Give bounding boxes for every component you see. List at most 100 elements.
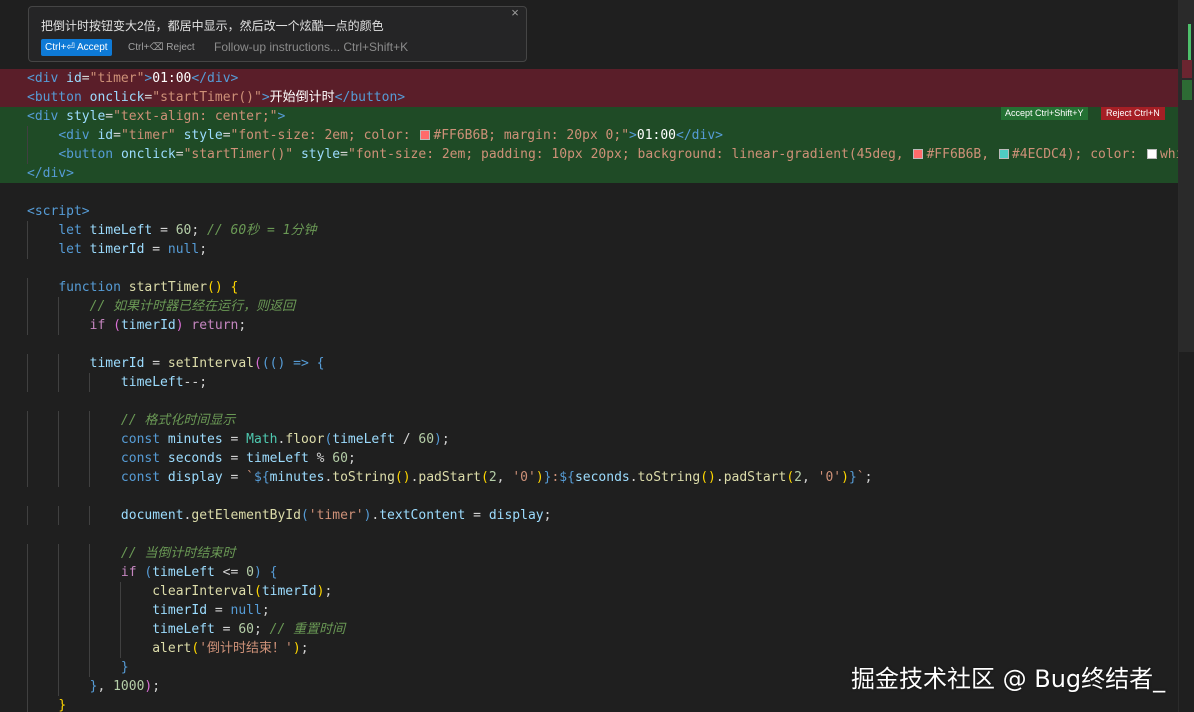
code-line-deleted[interactable]: <button onclick="startTimer()">开始倒计时</bu… <box>0 88 1178 107</box>
code-token: #FF6B6B; margin: 20px 0;" <box>433 128 630 143</box>
code-token: % <box>308 451 333 466</box>
code-token: onclick <box>120 147 176 162</box>
indent-guide <box>58 411 59 430</box>
diff-accept-button[interactable]: Accept Ctrl+Shift+Y <box>1001 107 1088 120</box>
code-line[interactable]: alert('倒计时结束！'); <box>0 639 1178 658</box>
code-token: 01:00 <box>636 128 677 143</box>
code-line[interactable] <box>0 392 1178 411</box>
code-line[interactable]: const display = `${minutes.toString().pa… <box>0 468 1178 487</box>
code-token: ; <box>300 641 309 656</box>
code-token: ) <box>254 565 262 580</box>
code-token: // 如果计时器已经在运行，则返回 <box>89 299 296 314</box>
code-token: ` <box>246 470 254 485</box>
indent-guide <box>58 354 59 373</box>
code-line[interactable] <box>0 183 1178 202</box>
code-token: ) <box>535 470 544 485</box>
code-token: <div <box>27 109 67 124</box>
reject-button[interactable]: Ctrl+⌫ Reject <box>125 39 198 56</box>
code-line-deleted[interactable]: <div id="timer">01:00</div> <box>0 69 1178 88</box>
code-token: "startTimer()" <box>152 90 262 105</box>
code-token: Math <box>246 432 278 447</box>
indent-guide <box>89 373 90 392</box>
code-line[interactable]: document.getElementById('timer').textCon… <box>0 506 1178 525</box>
code-token: ) <box>434 432 442 447</box>
indent-guide <box>58 544 59 563</box>
code-token: ( <box>481 470 489 485</box>
code-line[interactable]: const seconds = timeLeft % 60; <box>0 449 1178 468</box>
code-line[interactable]: timeLeft = 60; // 重置时间 <box>0 620 1178 639</box>
code-line[interactable]: if (timeLeft <= 0) { <box>0 563 1178 582</box>
code-token: > <box>277 109 286 124</box>
code-token: = <box>207 603 231 618</box>
code-line[interactable]: // 格式化时间显示 <box>0 411 1178 430</box>
code-token: timerId <box>152 603 208 618</box>
code-line[interactable]: let timerId = null; <box>0 240 1178 259</box>
code-token: <= <box>214 565 247 580</box>
code-token: ; <box>441 432 450 447</box>
code-token: ( <box>253 584 262 599</box>
code-line[interactable]: // 当倒计时结束时 <box>0 544 1178 563</box>
accept-button[interactable]: Ctrl+⏎ Accept <box>41 39 112 56</box>
code-line[interactable]: function startTimer() { <box>0 278 1178 297</box>
code-line[interactable]: timeLeft--; <box>0 373 1178 392</box>
indent-guide <box>89 506 90 525</box>
code-token: 'timer' <box>308 508 364 523</box>
indent-guide <box>27 297 28 316</box>
code-line-added[interactable]: </div> <box>0 164 1178 183</box>
scrollbar-thumb[interactable] <box>1178 0 1194 352</box>
indent-guide <box>58 658 59 677</box>
code-token: = <box>113 128 121 143</box>
code-line[interactable]: timerId = null; <box>0 601 1178 620</box>
indent-guide <box>58 601 59 620</box>
color-swatch[interactable] <box>1146 149 1157 159</box>
code-line[interactable]: } <box>0 696 1178 712</box>
indent-guide <box>27 354 28 373</box>
indent-guide <box>89 468 90 487</box>
color-swatch[interactable] <box>998 149 1009 159</box>
indent-guide <box>27 563 28 582</box>
code-token: <script> <box>27 204 90 219</box>
code-token: <button <box>27 90 90 105</box>
code-line-added[interactable]: <div id="timer" style="font-size: 2em; c… <box>0 126 1178 145</box>
code-token: textContent <box>379 508 466 523</box>
code-token: (() => { <box>261 356 325 371</box>
code-line[interactable]: if (timerId) return; <box>0 316 1178 335</box>
code-token: 0 <box>246 565 254 580</box>
indent-guide <box>58 620 59 639</box>
code-token: // 重置时间 <box>269 622 346 637</box>
code-token: return <box>191 318 239 333</box>
indent-guide <box>27 449 28 468</box>
followup-input[interactable]: Follow-up instructions... Ctrl+Shift+K <box>214 39 408 56</box>
code-line[interactable]: clearInterval(timerId); <box>0 582 1178 601</box>
indent-guide <box>27 221 28 240</box>
code-token: ) <box>292 641 301 656</box>
code-token: null <box>230 603 262 618</box>
indent-guide <box>58 430 59 449</box>
code-token: ; <box>347 451 356 466</box>
close-icon[interactable]: × <box>508 6 522 20</box>
code-line[interactable]: <script> <box>0 202 1178 221</box>
code-line[interactable]: let timeLeft = 60; // 60秒 = 1分钟 <box>0 221 1178 240</box>
code-line[interactable]: timerId = setInterval((() => { <box>0 354 1178 373</box>
diff-reject-button[interactable]: Reject Ctrl+N <box>1101 107 1165 120</box>
code-line[interactable] <box>0 525 1178 544</box>
code-line[interactable] <box>0 487 1178 506</box>
code-token: ; <box>238 318 247 333</box>
code-line[interactable]: const minutes = Math.floor(timeLeft / 60… <box>0 430 1178 449</box>
code-line[interactable] <box>0 335 1178 354</box>
code-token: timeLeft <box>332 432 395 447</box>
prompt-instruction: 把倒计时按钮变大2倍，都居中显示，然后改一个炫酷一点的颜色 <box>41 19 384 33</box>
code-token: // 60秒 = 1分钟 <box>207 223 317 238</box>
watermark: 掘金技术社区 @ Bug终结者_ <box>851 665 1166 693</box>
code-line-added[interactable]: <button onclick="startTimer()" style="fo… <box>0 145 1178 164</box>
code-line[interactable]: // 如果计时器已经在运行，则返回 <box>0 297 1178 316</box>
indent-guide <box>27 544 28 563</box>
color-swatch[interactable] <box>913 149 924 159</box>
code-token: ; <box>864 470 873 485</box>
code-token: = <box>81 71 90 86</box>
indent-guide <box>27 145 28 164</box>
color-swatch[interactable] <box>420 130 431 140</box>
code-line[interactable] <box>0 259 1178 278</box>
